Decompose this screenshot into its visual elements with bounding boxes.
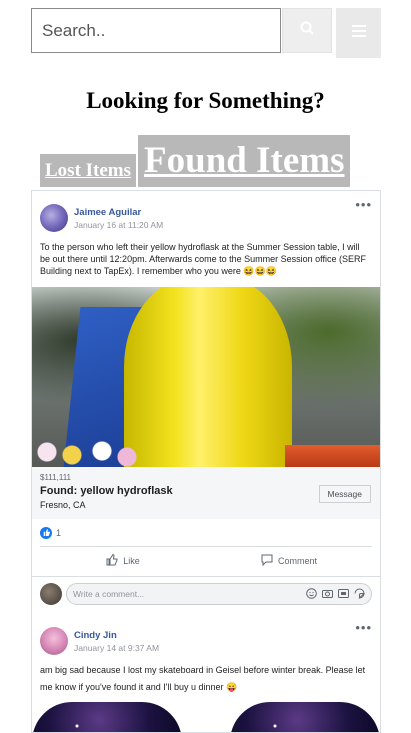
post-text: To the person who left their yellow hydr… xyxy=(40,242,366,276)
post-text: am big sad because I lost my skateboard … xyxy=(40,665,366,692)
post-header: Cindy Jin January 14 at 9:37 AM ••• xyxy=(32,614,380,658)
more-options-icon[interactable]: ••• xyxy=(355,621,372,634)
comment-button[interactable]: Comment xyxy=(206,547,372,574)
photo-skateboard-right xyxy=(230,702,380,732)
avatar[interactable] xyxy=(40,204,68,232)
sticker-icon[interactable] xyxy=(353,588,365,600)
post-photo[interactable] xyxy=(32,702,380,732)
hamburger-icon xyxy=(351,24,366,42)
like-button[interactable]: Like xyxy=(40,547,206,574)
found-items-feed: Jaimee Aguilar January 16 at 11:20 AM ••… xyxy=(31,190,381,733)
post-actions: Like Comment xyxy=(40,546,372,574)
author-name[interactable]: Jaimee Aguilar xyxy=(74,207,163,218)
listing-price: $111,111 xyxy=(40,473,71,482)
tab-lost-items[interactable]: Lost Items xyxy=(40,154,137,187)
post-photo[interactable] xyxy=(32,287,380,467)
avatar xyxy=(40,582,62,605)
comment-icon xyxy=(261,554,278,568)
photo-table xyxy=(285,445,380,467)
emoji-icon[interactable] xyxy=(305,588,317,600)
more-options-icon[interactable]: ••• xyxy=(355,198,372,211)
photo-yellow-bottle xyxy=(124,287,292,467)
post-card: Cindy Jin January 14 at 9:37 AM ••• am b… xyxy=(32,614,380,732)
comment-label: Comment xyxy=(277,555,317,566)
search-icon xyxy=(300,21,314,40)
like-label: Like xyxy=(123,555,140,566)
post-card: Jaimee Aguilar January 16 at 11:20 AM ••… xyxy=(32,191,380,610)
listing-details: $111,111 Found: yellow hydroflask Fresno… xyxy=(32,467,380,519)
avatar[interactable] xyxy=(40,627,68,655)
comment-composer: Write a comment... xyxy=(32,576,380,610)
post-timestamp[interactable]: January 14 at 9:37 AM xyxy=(74,643,159,653)
post-timestamp[interactable]: January 16 at 11:20 AM xyxy=(74,220,163,230)
search-bar xyxy=(31,8,332,53)
page-title: Looking for Something? xyxy=(86,88,325,113)
like-reaction-icon xyxy=(40,526,52,539)
tab-found-items[interactable]: Found Items xyxy=(138,135,351,187)
gif-icon[interactable] xyxy=(337,588,349,600)
thumbs-up-icon xyxy=(106,553,123,568)
comment-input[interactable]: Write a comment... xyxy=(66,582,372,605)
author-block: Jaimee Aguilar January 16 at 11:20 AM xyxy=(74,207,163,230)
author-block: Cindy Jin January 14 at 9:37 AM xyxy=(74,630,159,653)
tab-bar: Lost Items Found Items xyxy=(40,135,351,187)
photo-skateboard-left xyxy=(32,702,182,732)
post-header: Jaimee Aguilar January 16 at 11:20 AM ••… xyxy=(32,191,380,235)
menu-button[interactable] xyxy=(336,8,381,58)
photo-flowers xyxy=(32,437,142,467)
message-button[interactable]: Message xyxy=(318,485,371,503)
comment-placeholder: Write a comment... xyxy=(73,588,145,599)
search-button[interactable] xyxy=(282,8,332,53)
camera-icon[interactable] xyxy=(321,588,333,600)
author-name[interactable]: Cindy Jin xyxy=(74,630,159,641)
like-count: 1 xyxy=(56,527,62,538)
search-input[interactable] xyxy=(31,8,281,53)
reaction-summary[interactable]: 1 xyxy=(32,519,380,546)
